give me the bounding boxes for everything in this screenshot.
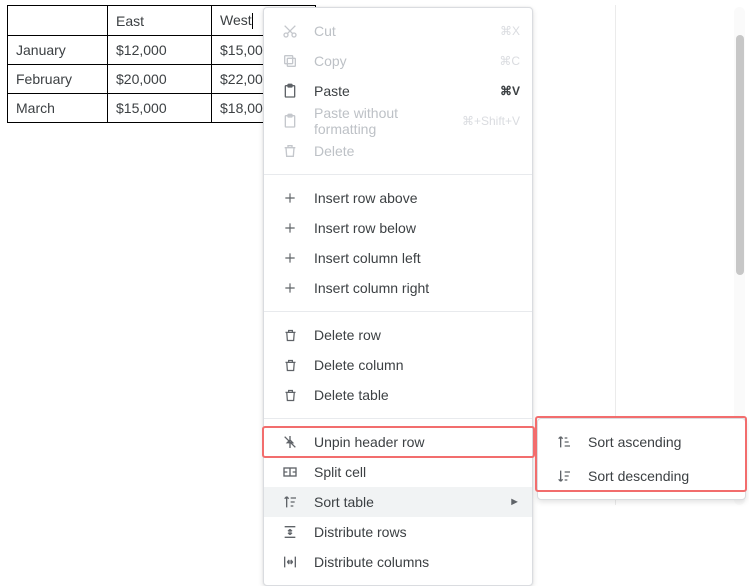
menu-shortcut: ⌘+Shift+V xyxy=(462,114,520,128)
sort-submenu: Sort ascending Sort descending xyxy=(537,418,746,500)
plus-icon xyxy=(280,218,300,238)
menu-shortcut: ⌘V xyxy=(500,84,520,98)
sort-desc-icon xyxy=(554,466,574,486)
menu-label: Insert column left xyxy=(314,250,520,266)
menu-label: Distribute columns xyxy=(314,554,520,570)
menu-item-sort-table[interactable]: Sort table ► xyxy=(264,487,532,517)
cut-icon xyxy=(280,21,300,41)
menu-item-insert-col-right[interactable]: Insert column right xyxy=(264,273,532,303)
menu-item-insert-row-below[interactable]: Insert row below xyxy=(264,213,532,243)
distribute-rows-icon xyxy=(280,522,300,542)
menu-item-insert-row-above[interactable]: Insert row above xyxy=(264,183,532,213)
menu-label: Split cell xyxy=(314,464,520,480)
menu-label: Sort table xyxy=(314,494,509,510)
table-cell[interactable]: East xyxy=(108,6,212,36)
trash-icon xyxy=(280,141,300,161)
menu-shortcut: ⌘C xyxy=(499,54,520,68)
plus-icon xyxy=(280,188,300,208)
menu-label: Insert row above xyxy=(314,190,520,206)
table-cell[interactable]: $12,000 xyxy=(108,36,212,65)
paste-plain-icon xyxy=(280,111,300,131)
plus-icon xyxy=(280,278,300,298)
copy-icon xyxy=(280,51,300,71)
scrollbar-thumb[interactable] xyxy=(736,35,744,275)
menu-label: Insert row below xyxy=(314,220,520,236)
menu-item-delete-column[interactable]: Delete column xyxy=(264,350,532,380)
menu-item-paste[interactable]: Paste ⌘V xyxy=(264,76,532,106)
menu-label: Delete table xyxy=(314,387,520,403)
plus-icon xyxy=(280,248,300,268)
menu-label: Insert column right xyxy=(314,280,520,296)
menu-item-delete[interactable]: Delete xyxy=(264,136,532,166)
menu-label: Delete row xyxy=(314,327,520,343)
trash-icon xyxy=(280,385,300,405)
submenu-item-sort-asc[interactable]: Sort ascending xyxy=(538,425,745,459)
unpin-icon xyxy=(280,432,300,452)
submenu-item-sort-desc[interactable]: Sort descending xyxy=(538,459,745,493)
distribute-columns-icon xyxy=(280,552,300,572)
table-cell[interactable]: March xyxy=(8,94,108,123)
paste-icon xyxy=(280,81,300,101)
menu-label: Cut xyxy=(314,23,492,39)
table-cell[interactable] xyxy=(8,6,108,36)
menu-label: Sort ascending xyxy=(588,434,733,450)
split-cell-icon xyxy=(280,462,300,482)
menu-label: Distribute rows xyxy=(314,524,520,540)
menu-item-copy[interactable]: Copy ⌘C xyxy=(264,46,532,76)
menu-item-cut[interactable]: Cut ⌘X xyxy=(264,16,532,46)
menu-label: Delete column xyxy=(314,357,520,373)
menu-separator xyxy=(264,311,532,312)
menu-item-distribute-columns[interactable]: Distribute columns xyxy=(264,547,532,577)
menu-label: Paste xyxy=(314,83,492,99)
menu-label: Paste without formatting xyxy=(314,105,454,137)
trash-icon xyxy=(280,355,300,375)
table-cell[interactable]: February xyxy=(8,65,108,94)
menu-label: Delete xyxy=(314,143,520,159)
table-cell[interactable]: $20,000 xyxy=(108,65,212,94)
menu-separator xyxy=(264,418,532,419)
trash-icon xyxy=(280,325,300,345)
menu-item-paste-plain[interactable]: Paste without formatting ⌘+Shift+V xyxy=(264,106,532,136)
menu-item-split-cell[interactable]: Split cell xyxy=(264,457,532,487)
menu-item-delete-row[interactable]: Delete row xyxy=(264,320,532,350)
sort-icon xyxy=(280,492,300,512)
table-cell[interactable]: January xyxy=(8,36,108,65)
submenu-arrow-icon: ► xyxy=(509,496,520,508)
menu-separator xyxy=(264,174,532,175)
menu-shortcut: ⌘X xyxy=(500,24,520,38)
context-menu: Cut ⌘X Copy ⌘C Paste ⌘V Paste without fo… xyxy=(263,7,533,586)
menu-label: Sort descending xyxy=(588,468,733,484)
menu-item-distribute-rows[interactable]: Distribute rows xyxy=(264,517,532,547)
menu-label: Unpin header row xyxy=(314,434,520,450)
menu-item-delete-table[interactable]: Delete table xyxy=(264,380,532,410)
sort-asc-icon xyxy=(554,432,574,452)
menu-item-unpin-header[interactable]: Unpin header row xyxy=(264,427,532,457)
menu-label: Copy xyxy=(314,53,491,69)
cell-text: West xyxy=(220,12,252,28)
menu-item-insert-col-left[interactable]: Insert column left xyxy=(264,243,532,273)
table-cell[interactable]: $15,000 xyxy=(108,94,212,123)
